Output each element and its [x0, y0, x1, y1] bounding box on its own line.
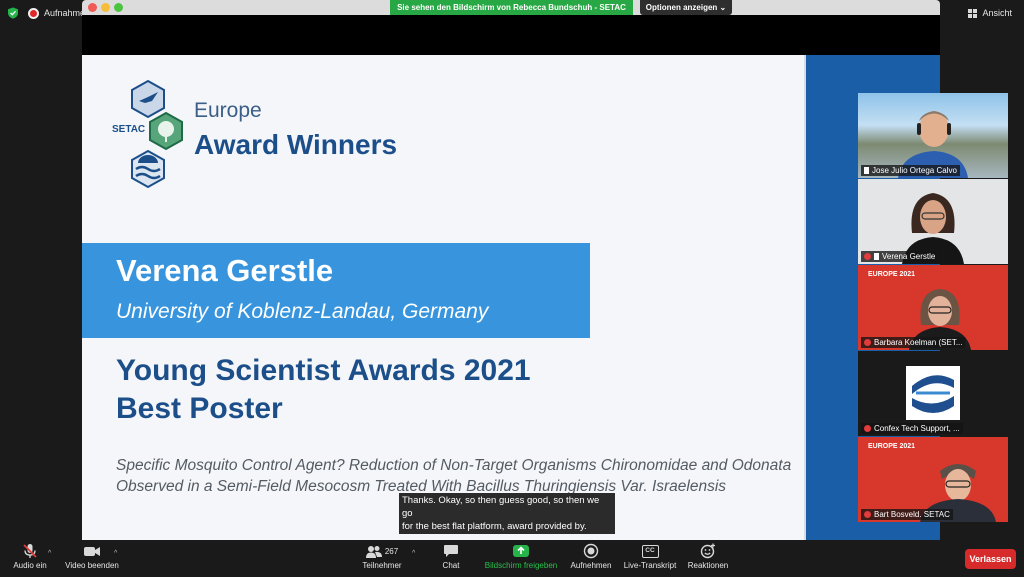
muted-mic-icon — [864, 511, 871, 518]
participants-options-caret-icon[interactable]: ^ — [412, 550, 415, 557]
screen-share-banner: Sie sehen den Bildschirm von Rebecca Bun… — [390, 0, 633, 15]
presentation-slide: SETAC Europe Award Winners Verena Gerstl… — [82, 55, 940, 540]
reactions-button[interactable]: Reaktionen — [684, 543, 732, 570]
video-label: Video beenden — [65, 561, 119, 570]
participants-button[interactable]: 267 Teilnehmer — [355, 543, 409, 570]
audio-button[interactable]: Audio ein — [8, 543, 52, 570]
caption-line1: Thanks. Okay, so then guess good, so the… — [402, 495, 600, 519]
share-screen-label: Bildschirm freigeben — [484, 561, 558, 570]
record-button[interactable]: Aufnehmen — [566, 543, 616, 570]
live-transcript-button[interactable]: CC Live-Transkript — [620, 543, 680, 570]
audio-options-caret-icon[interactable]: ^ — [48, 550, 51, 557]
chat-bubble-icon — [444, 545, 458, 557]
poster-title: Specific Mosquito Control Agent? Reducti… — [116, 457, 792, 495]
recording-icon — [28, 8, 39, 19]
security-shield-icon[interactable] — [7, 7, 19, 19]
muted-mic-icon — [864, 253, 871, 260]
reactions-label: Reaktionen — [687, 561, 729, 570]
share-screen-button[interactable]: Bildschirm freigeben — [480, 543, 562, 570]
zoom-meeting-window: Aufnahme Ansicht Sie sehen den Bildschir… — [0, 0, 1024, 577]
confex-avatar-icon — [906, 366, 960, 420]
participant-count: 267 — [384, 546, 399, 556]
live-caption: Thanks. Okay, so then guess good, so the… — [399, 493, 615, 534]
slide-award-winners-title: Award Winners — [194, 129, 398, 160]
winner-name: Verena Gerstle — [116, 253, 334, 288]
participant-name-label: Barbara Koelman (SET... — [861, 337, 966, 348]
video-camera-icon — [84, 547, 100, 556]
close-window-icon — [88, 3, 97, 12]
muted-mic-icon — [864, 339, 871, 346]
award-category-line2: Best Poster — [116, 392, 283, 425]
setac-logo-text: SETAC — [112, 124, 145, 135]
slide-europe-label: Europe — [194, 99, 262, 122]
participant-name-label: Jose Julio Ortega Calvo — [861, 165, 960, 176]
setac-background-logo: EUROPE 2021 — [868, 443, 916, 450]
participant-name-label: Confex Tech Support, ... — [861, 423, 963, 434]
participants-icon — [365, 545, 382, 558]
view-button[interactable]: Ansicht — [968, 8, 1012, 18]
award-category-line1: Young Scientist Awards 2021 — [116, 354, 531, 387]
winner-university: University of Koblenz-Landau, Germany — [116, 300, 489, 323]
record-icon — [583, 543, 599, 559]
participant-name-label: Bart Bosveld. SETAC — [861, 509, 953, 520]
leave-meeting-button[interactable]: Verlassen — [965, 549, 1016, 569]
setac-background-logo: EUROPE 2021 — [868, 271, 916, 278]
award-category: Young Scientist Awards 2021 Best Poster — [116, 352, 531, 428]
participants-label: Teilnehmer — [362, 561, 402, 570]
pin-icon — [864, 167, 869, 174]
participant-name-label: Verena Gerstle — [861, 251, 939, 262]
chat-button[interactable]: Chat — [432, 543, 470, 570]
view-options-button[interactable]: Optionen anzeigen ⌄ — [640, 0, 732, 15]
grid-view-icon — [968, 8, 978, 18]
muted-mic-icon — [864, 425, 871, 432]
shared-screen: SETAC Europe Award Winners Verena Gerstl… — [82, 15, 940, 540]
muted-microphone-icon — [23, 544, 37, 558]
share-screen-icon — [513, 545, 529, 557]
closed-captions-icon: CC — [641, 545, 659, 558]
stop-video-button[interactable]: Video beenden — [62, 543, 122, 570]
live-transcript-label: Live-Transkript — [623, 561, 677, 570]
meeting-toolbar: Audio ein ^ Video beenden ^ 267 Teilnehm… — [0, 540, 1024, 577]
setac-logo-icon: SETAC — [112, 79, 183, 189]
participant-tile[interactable]: Confex Tech Support, ... — [858, 351, 1008, 436]
pin-icon — [874, 253, 879, 260]
chat-label: Chat — [442, 561, 460, 570]
participant-tile[interactable]: Verena Gerstle — [858, 179, 1008, 264]
audio-label: Audio ein — [13, 561, 47, 570]
view-options-label: Optionen anzeigen — [645, 3, 718, 12]
maximize-window-icon — [114, 3, 123, 12]
record-label: Aufnehmen — [570, 561, 612, 570]
participant-tile[interactable]: EUROPE 2021 Barbara Koelman (SET... — [858, 265, 1008, 350]
minimize-window-icon — [101, 3, 110, 12]
participant-tile[interactable]: Jose Julio Ortega Calvo — [858, 93, 1008, 178]
recording-label: Aufnahme — [44, 8, 86, 18]
caption-line2: for the best flat platform, award provid… — [402, 521, 587, 532]
view-label: Ansicht — [982, 8, 1012, 18]
video-options-caret-icon[interactable]: ^ — [114, 550, 117, 557]
smiley-reaction-icon — [700, 543, 715, 559]
participant-tile[interactable]: EUROPE 2021 Bart Bosveld. SETAC — [858, 437, 1008, 522]
